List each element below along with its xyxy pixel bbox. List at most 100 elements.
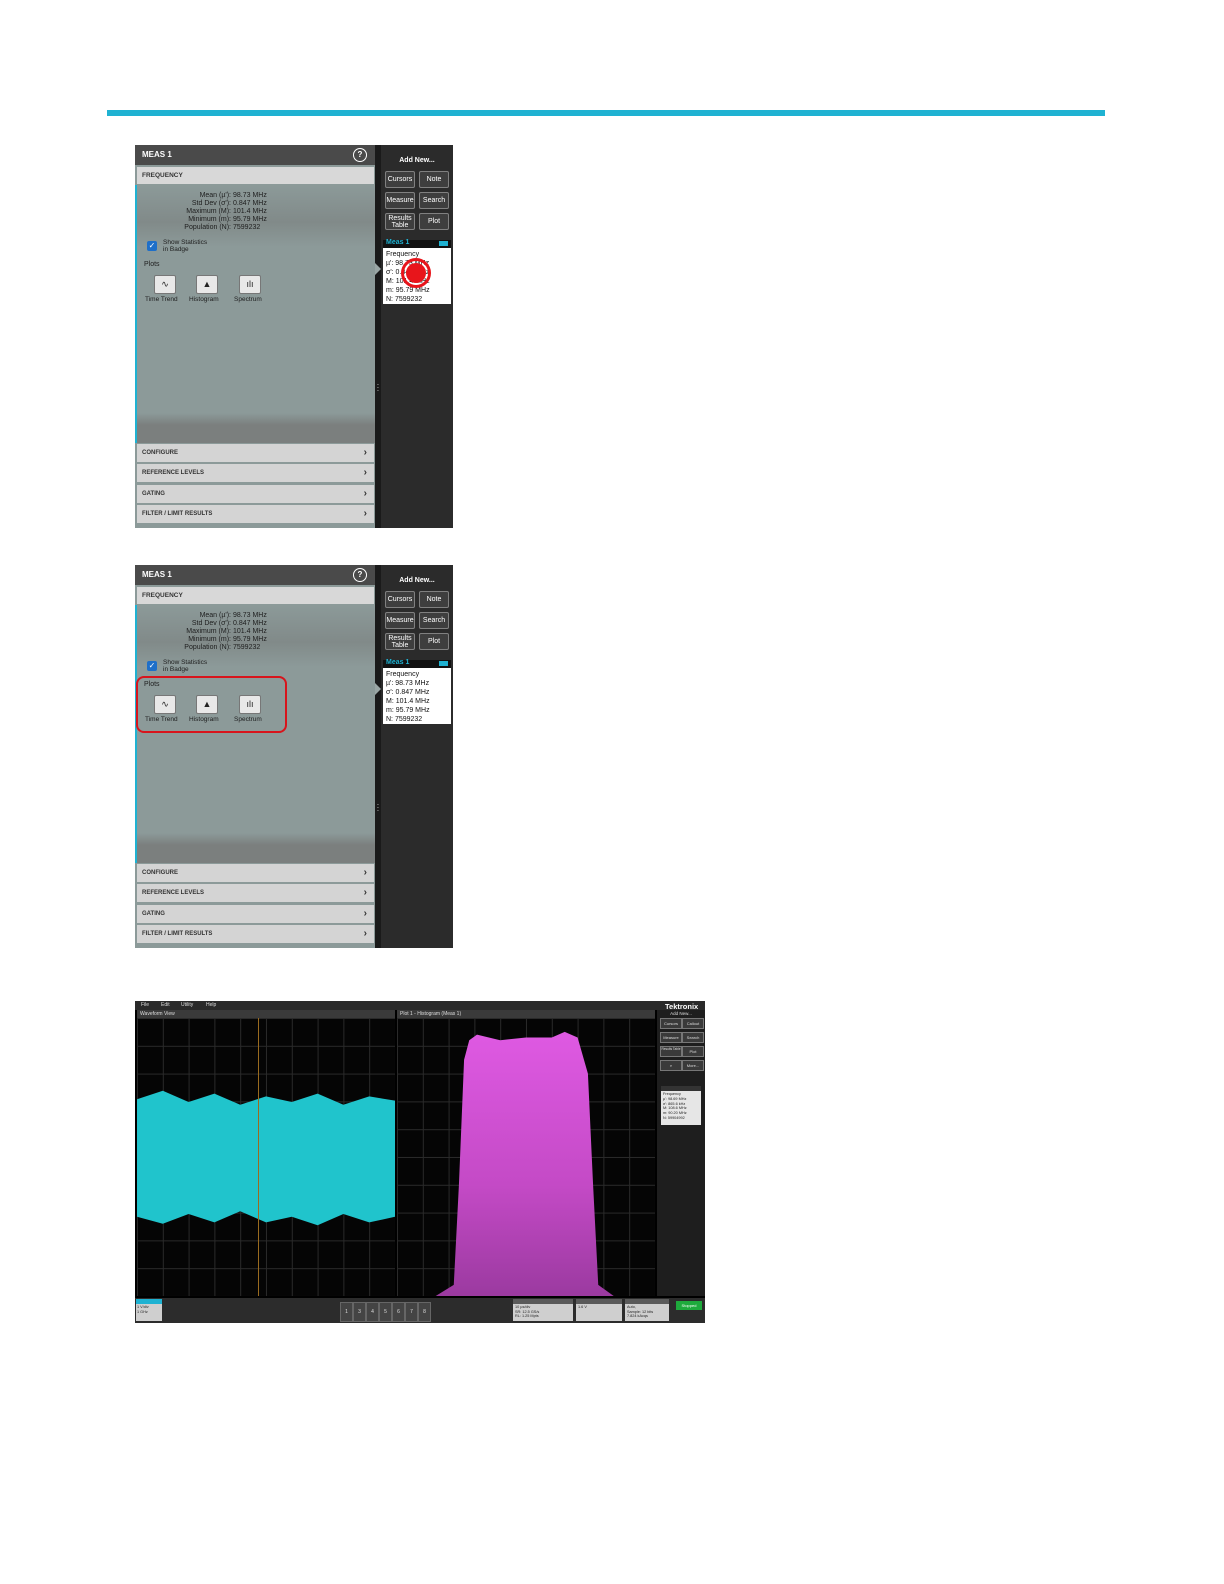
badge-name: Meas 1 — [386, 659, 410, 666]
gating-section[interactable]: GATING › — [137, 905, 374, 923]
acquisition-count: 7.824 kAcqs — [627, 1314, 648, 1318]
menu-help[interactable]: Help — [206, 1001, 216, 1010]
scope-search-button[interactable]: Search — [682, 1032, 704, 1043]
waveform-view[interactable] — [137, 1018, 395, 1296]
drag-handle-icon[interactable]: · · · — [376, 801, 380, 815]
cursors-button[interactable]: Cursors — [385, 171, 415, 188]
scope-results-bar: Add New... Cursors Callout Measure Searc… — [657, 1010, 705, 1296]
channel1-bandwidth: 1 GHz — [137, 1309, 148, 1314]
panel-header: MEAS 1 ? — [135, 145, 375, 165]
scope-badge-body: Frequency µ': 98.69 MHz σ': 865.6 kHz M:… — [663, 1092, 687, 1121]
trigger-badge[interactable]: 1.6 V — [576, 1299, 622, 1321]
std-label: Std Dev (σ'): — [191, 620, 231, 627]
channel1-badge[interactable]: 1 V/div 1 GHz — [136, 1299, 162, 1321]
meas-badge[interactable]: Meas 1 Frequency µ': 98.73 MHz σ': 0.847… — [383, 659, 451, 724]
channel-button-8[interactable]: 8 — [418, 1302, 431, 1322]
chevron-right-icon: › — [363, 867, 367, 878]
plot-button[interactable]: Plot — [419, 213, 449, 230]
plots-highlight-box — [136, 676, 287, 733]
plots-label: Plots — [144, 261, 160, 268]
panel-accent — [135, 605, 137, 863]
chevron-right-icon: › — [363, 508, 367, 519]
channel-button-5[interactable]: 5 — [379, 1302, 392, 1322]
show-stats-line2: in Badge — [163, 246, 189, 253]
badge-header: Meas 1 — [383, 659, 451, 668]
reference-levels-section[interactable]: REFERENCE LEVELS › — [137, 884, 374, 902]
chevron-right-icon: › — [363, 928, 367, 939]
scope-results-table-button[interactable]: Results Table — [660, 1046, 682, 1057]
search-button[interactable]: Search — [419, 612, 449, 629]
scope-callout-button[interactable]: Callout — [682, 1018, 704, 1029]
scope-measure-button[interactable]: Measure — [660, 1032, 682, 1043]
acquisition-badge-header — [625, 1299, 669, 1304]
badge-line: N: 7599232 — [386, 716, 423, 723]
channel-button-7[interactable]: 7 — [405, 1302, 418, 1322]
channel-button-6[interactable]: 6 — [392, 1302, 405, 1322]
acquisition-badge[interactable]: Auto, Sample: 12 bits 7.824 kAcqs — [625, 1299, 669, 1321]
configure-section[interactable]: CONFIGURE › — [137, 864, 374, 882]
horizontal-badge-header — [513, 1299, 573, 1304]
channel1-badge-body: 1 V/div 1 GHz — [137, 1305, 149, 1314]
channel1-scale: 1 V/div — [137, 1305, 149, 1309]
badge-line: M: 101.4 MHz — [386, 698, 430, 705]
drag-handle-icon[interactable]: · · · — [376, 381, 380, 395]
show-stats-checkbox[interactable]: ✓ — [147, 241, 157, 251]
badge-header: Meas 1 — [383, 239, 451, 248]
results-table-button[interactable]: Results Table — [385, 213, 415, 230]
pop-label: Population (N): — [184, 224, 231, 231]
results-table-button[interactable]: Results Table — [385, 633, 415, 650]
channel-tag-icon — [439, 661, 448, 666]
max-label: Maximum (M): — [186, 628, 231, 635]
min-label: Minimum (m): — [188, 636, 231, 643]
scope-add-new-label: Add New... — [670, 1011, 692, 1016]
scope-plot-button[interactable]: Plot — [682, 1046, 704, 1057]
gating-section[interactable]: GATING › — [137, 485, 374, 503]
filter-limit-section[interactable]: FILTER / LIMIT RESULTS › — [137, 925, 374, 943]
scope-meas-badge[interactable]: Frequency µ': 98.69 MHz σ': 865.6 kHz M:… — [661, 1086, 701, 1125]
scope-search-icon-button[interactable]: ⌕ — [660, 1060, 682, 1071]
scope-cursors-button[interactable]: Cursors — [660, 1018, 682, 1029]
configure-section[interactable]: CONFIGURE › — [137, 444, 374, 462]
cursors-button[interactable]: Cursors — [385, 591, 415, 608]
channel1-badge-header — [136, 1299, 162, 1304]
channel1-waveform — [137, 1090, 395, 1226]
measure-button[interactable]: Measure — [385, 192, 415, 209]
run-stop-status[interactable]: Stopped — [676, 1301, 702, 1310]
note-button[interactable]: Note — [419, 171, 449, 188]
channel-button-4[interactable]: 4 — [366, 1302, 379, 1322]
help-icon[interactable]: ? — [353, 568, 367, 582]
min-value: 95.79 MHz — [233, 216, 267, 223]
show-stats-checkbox[interactable]: ✓ — [147, 661, 157, 671]
histogram-view[interactable] — [397, 1018, 655, 1296]
scope-more-button[interactable]: More... — [682, 1060, 704, 1071]
waveform-view-title: Waveform View — [140, 1011, 175, 1017]
menu-edit[interactable]: Edit — [161, 1001, 170, 1010]
horizontal-badge-body: 10 µs/div SR: 12.5 GS/s RL: 1.25 Mpts — [515, 1305, 539, 1319]
frequency-label: FREQUENCY — [142, 592, 183, 599]
channel-button-3[interactable]: 3 — [353, 1302, 366, 1322]
frequency-section-header[interactable]: FREQUENCY — [137, 167, 374, 184]
search-button[interactable]: Search — [419, 192, 449, 209]
menu-utility[interactable]: Utility — [181, 1001, 193, 1010]
filter-limit-label: FILTER / LIMIT RESULTS — [142, 511, 213, 517]
plot-button[interactable]: Plot — [419, 633, 449, 650]
horizontal-badge[interactable]: 10 µs/div SR: 12.5 GS/s RL: 1.25 Mpts — [513, 1299, 573, 1321]
filter-limit-section[interactable]: FILTER / LIMIT RESULTS › — [137, 505, 374, 523]
histogram-button[interactable]: ▲ — [196, 275, 218, 294]
std-label: Std Dev (σ'): — [191, 200, 231, 207]
channel-button-1[interactable]: 1 — [340, 1302, 353, 1322]
pop-value: 7599232 — [233, 224, 261, 231]
min-value: 95.79 MHz — [233, 636, 267, 643]
frequency-section-header[interactable]: FREQUENCY — [137, 587, 374, 604]
trigger-position-marker[interactable] — [258, 1018, 259, 1296]
help-icon[interactable]: ? — [353, 148, 367, 162]
badge-body: Frequency µ': 98.73 MHz σ': 0.847 MHz M:… — [386, 670, 430, 724]
channel-tag-icon — [439, 241, 448, 246]
configure-label: CONFIGURE — [142, 870, 178, 876]
note-button[interactable]: Note — [419, 591, 449, 608]
menu-file[interactable]: File — [141, 1001, 149, 1010]
reference-levels-section[interactable]: REFERENCE LEVELS › — [137, 464, 374, 482]
spectrum-button[interactable]: ılı — [239, 275, 261, 294]
measure-button[interactable]: Measure — [385, 612, 415, 629]
time-trend-button[interactable]: ∿ — [154, 275, 176, 294]
